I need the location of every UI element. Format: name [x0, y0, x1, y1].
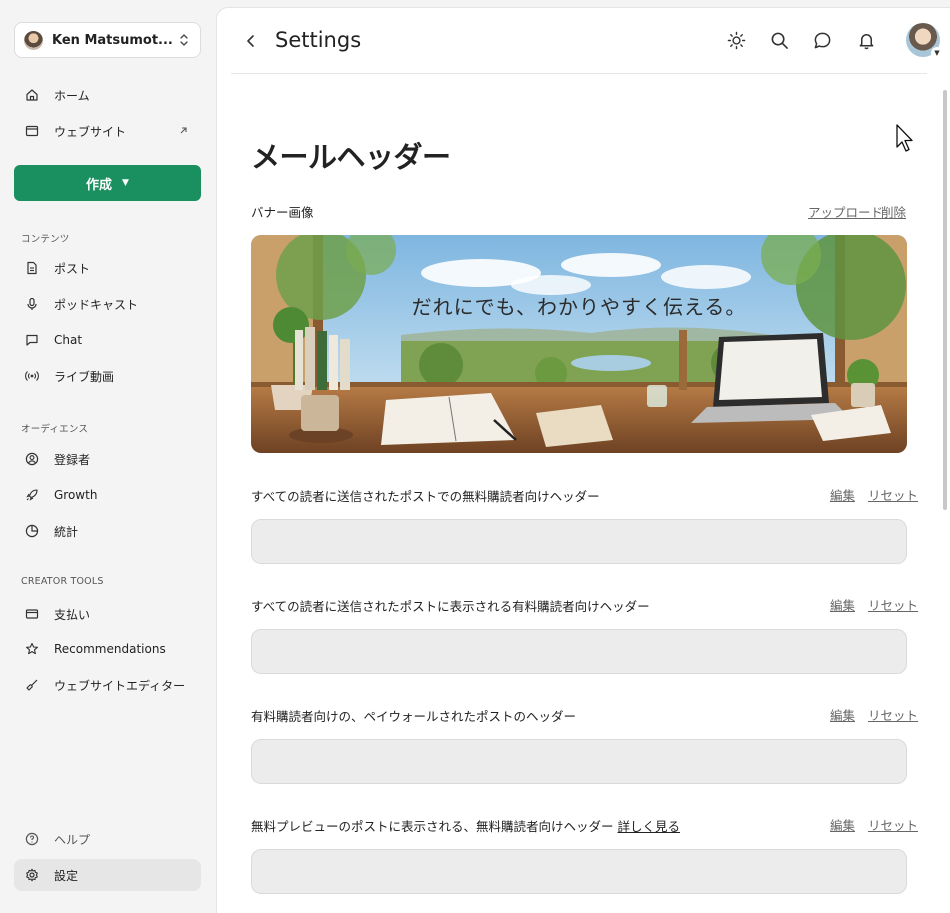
reset-link[interactable]: リセット: [868, 595, 918, 614]
free-preview-header-label: 無料プレビューのポストに表示される、無料購読者向けヘッダー 詳しく見る: [251, 816, 680, 835]
back-arrow-icon[interactable]: [243, 32, 259, 50]
banner-illustration: [251, 235, 907, 453]
document-icon: [27, 261, 37, 275]
browser-window-icon: [25, 125, 39, 137]
section-heading-creator-tools: CREATOR TOOLS: [21, 576, 104, 587]
paywalled-header-label: 有料購読者向けの、ペイウォールされたポストのヘッダー: [251, 709, 577, 724]
user-avatar[interactable]: ▼: [906, 23, 943, 59]
paintbrush-icon: [26, 679, 38, 691]
gear-icon: [26, 868, 38, 882]
section-title: メールヘッダー: [251, 140, 451, 174]
reset-link[interactable]: リセット: [868, 815, 918, 834]
free-preview-header-field[interactable]: [251, 849, 907, 894]
caret-down-icon: ▼: [122, 178, 129, 188]
mouse-cursor-icon: [896, 124, 913, 152]
section-heading-content: コンテンツ: [21, 234, 70, 245]
bell-icon[interactable]: [857, 31, 876, 50]
help-bubble-icon: [25, 832, 39, 846]
microphone-icon: [27, 297, 37, 310]
sidebar-item-label: Chat: [54, 333, 83, 347]
credit-card-icon: [25, 609, 39, 619]
rocket-icon: [26, 489, 38, 501]
pie-chart-icon: [25, 524, 39, 538]
chat-bubble-icon[interactable]: [813, 31, 832, 50]
paid-reader-header-label: すべての読者に送信されたポストに表示される有料購読者向けヘッダー: [251, 599, 650, 614]
search-icon[interactable]: [770, 31, 789, 50]
sidebar: Ken Matsumot... ホーム ウェブサイト 作成 ▼ コンテンツ ポス…: [0, 0, 216, 913]
banner-caption: だれにでも、わかりやすく伝える。: [411, 295, 747, 319]
sidebar-item-home[interactable]: ホーム: [14, 79, 201, 111]
banner-label: バナー画像: [251, 205, 314, 220]
banner-image: だれにでも、わかりやすく伝える。: [251, 235, 907, 453]
free-preview-header-text: 無料プレビューのポストに表示される、無料購読者向けヘッダー: [251, 819, 614, 834]
page-title: Settings: [275, 28, 362, 52]
delete-link[interactable]: 削除: [881, 202, 906, 221]
edit-link[interactable]: 編集: [830, 595, 855, 614]
sun-icon[interactable]: [727, 31, 746, 50]
sidebar-item-label: 登録者: [54, 452, 91, 467]
sidebar-item-payments[interactable]: 支払い: [14, 598, 201, 630]
account-name: Ken Matsumot...: [52, 32, 173, 48]
user-circle-icon: [25, 452, 39, 466]
sidebar-item-label: Growth: [54, 488, 98, 502]
edit-link[interactable]: 編集: [830, 485, 855, 504]
chat-bubble-icon: [26, 334, 38, 346]
sidebar-item-podcast[interactable]: ポッドキャスト: [14, 288, 201, 320]
top-bar: Settings ▼: [231, 8, 943, 74]
sidebar-item-label: ライブ動画: [54, 369, 115, 384]
sidebar-item-growth[interactable]: Growth: [14, 479, 201, 511]
caret-down-icon: ▼: [931, 47, 943, 59]
home-icon: [26, 89, 38, 101]
sidebar-item-settings[interactable]: 設定: [14, 859, 201, 891]
sidebar-item-posts[interactable]: ポスト: [14, 252, 201, 284]
sidebar-item-live-video[interactable]: ライブ動画: [14, 360, 201, 392]
chevron-up-down-icon: [180, 34, 188, 46]
sidebar-item-recommendations[interactable]: Recommendations: [14, 633, 201, 665]
sidebar-item-label: ヘルプ: [54, 832, 91, 847]
external-link-icon: [180, 127, 187, 134]
create-button-label: 作成: [86, 177, 113, 193]
sidebar-item-subscribers[interactable]: 登録者: [14, 443, 201, 475]
create-button[interactable]: 作成 ▼: [14, 165, 201, 201]
sidebar-item-website-editor[interactable]: ウェブサイトエディター: [14, 669, 201, 701]
sidebar-item-label: 設定: [54, 868, 79, 883]
reset-link[interactable]: リセット: [868, 705, 918, 724]
learn-more-link[interactable]: 詳しく見る: [618, 819, 681, 834]
sidebar-item-label: ホーム: [54, 88, 90, 103]
sidebar-item-chat[interactable]: Chat: [14, 324, 201, 356]
account-switcher[interactable]: Ken Matsumot...: [14, 22, 201, 58]
edit-link[interactable]: 編集: [830, 705, 855, 724]
paywalled-header-field[interactable]: [251, 739, 907, 784]
sidebar-item-website[interactable]: ウェブサイト: [14, 115, 201, 147]
sidebar-item-label: ウェブサイト: [54, 124, 127, 139]
sidebar-item-label: 支払い: [54, 607, 91, 622]
free-reader-header-field[interactable]: [251, 519, 907, 564]
sidebar-item-label: ポスト: [54, 261, 91, 276]
section-heading-audience: オーディエンス: [21, 424, 89, 435]
paid-reader-header-field[interactable]: [251, 629, 907, 674]
sidebar-item-label: ポッドキャスト: [54, 297, 139, 312]
edit-link[interactable]: 編集: [830, 815, 855, 834]
free-reader-header-label: すべての読者に送信されたポストでの無料購読者向けヘッダー: [251, 489, 600, 504]
account-avatar: [24, 30, 43, 50]
sidebar-item-label: Recommendations: [54, 642, 166, 656]
sidebar-item-stats[interactable]: 統計: [14, 515, 201, 547]
scrollbar[interactable]: [943, 90, 947, 510]
broadcast-icon: [25, 371, 39, 381]
reset-link[interactable]: リセット: [868, 485, 918, 504]
sidebar-item-label: 統計: [54, 524, 79, 539]
sidebar-item-help[interactable]: ヘルプ: [14, 823, 201, 855]
sidebar-item-label: ウェブサイトエディター: [54, 678, 186, 693]
main-panel: Settings ▼ メールヘッダー バナー画像 アップロード 削除 だれにでも…: [216, 7, 950, 913]
star-icon: [26, 642, 38, 655]
upload-link[interactable]: アップロード: [808, 202, 883, 221]
